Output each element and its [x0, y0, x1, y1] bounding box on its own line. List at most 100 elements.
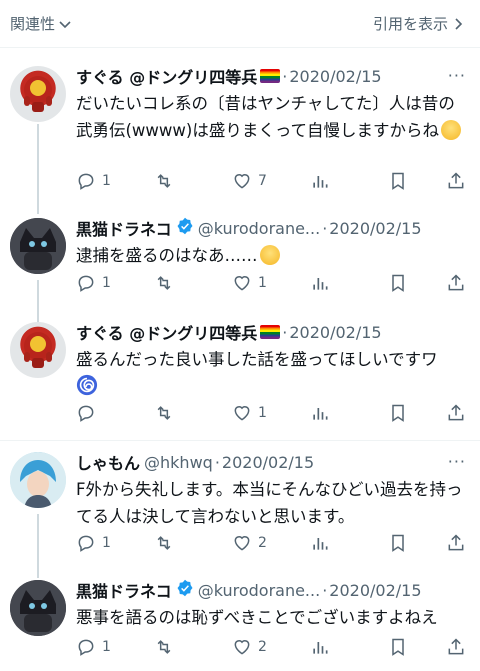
bookmark-button[interactable] — [388, 533, 408, 553]
like-button[interactable]: 2 — [232, 637, 272, 657]
reply-button[interactable]: 1 — [76, 171, 116, 191]
tweet[interactable]: 黒猫ドラネコ @kurodorane... · 2020/02/15 悪事を語る… — [0, 576, 480, 671]
view-quotes-link[interactable]: 引用を表示 — [373, 13, 466, 34]
tweet-text-body: 盛るんだった良い事した話を盛ってほしいですワ — [76, 350, 438, 369]
reply-count: 1 — [102, 275, 111, 291]
reply-icon — [78, 639, 94, 656]
thread-divider — [0, 440, 480, 441]
retweet-button[interactable] — [154, 403, 194, 423]
avatar[interactable] — [10, 580, 66, 636]
display-name[interactable]: しゃもん — [76, 450, 140, 474]
display-name[interactable]: 黒猫ドラネコ — [76, 578, 172, 602]
tweet[interactable]: すぐる @ドングリ四等兵 · 2020/02/15 ··· だいたいコレ系の〔昔… — [0, 60, 480, 210]
tweet-date[interactable]: 2020/02/15 — [329, 581, 421, 600]
more-options-icon[interactable]: ··· — [448, 66, 466, 85]
separator-dot: · — [282, 322, 288, 342]
analytics-button[interactable] — [310, 533, 350, 553]
share-button[interactable] — [446, 273, 466, 293]
heart-icon — [234, 640, 250, 655]
reply-icon — [78, 535, 94, 552]
heart-icon — [234, 276, 250, 291]
tweet-date[interactable]: 2020/02/15 — [329, 219, 421, 238]
heart-icon — [234, 536, 250, 551]
bookmark-button[interactable] — [388, 403, 408, 423]
like-button[interactable]: 2 — [232, 533, 272, 553]
bookmark-icon — [392, 274, 404, 292]
tweet-actions: 1 2 — [76, 636, 466, 658]
tweet[interactable]: しゃもん @hkhwq · 2020/02/15 ··· F外から失礼します。本… — [0, 448, 480, 568]
rainbow-flag-icon — [260, 69, 281, 83]
separator-dot: · — [322, 218, 328, 238]
reply-count: 1 — [102, 173, 111, 189]
retweet-icon — [157, 640, 171, 654]
bookmark-button[interactable] — [388, 637, 408, 657]
tweet-text-body: 逮捕を盛るのはなあ…… — [76, 246, 258, 265]
share-button[interactable] — [446, 171, 466, 191]
avatar[interactable] — [10, 66, 66, 122]
like-button[interactable]: 1 — [232, 273, 272, 293]
retweet-button[interactable] — [154, 171, 194, 191]
user-handle[interactable]: @hkhwq — [144, 453, 213, 472]
retweet-button[interactable] — [154, 273, 194, 293]
like-button[interactable]: 7 — [232, 171, 272, 191]
avatar[interactable] — [10, 218, 66, 274]
bookmark-icon — [392, 172, 404, 190]
display-name[interactable]: すぐる @ドングリ四等兵 — [76, 320, 257, 344]
tweet[interactable]: 黒猫ドラネコ @kurodorane... · 2020/02/15 逮捕を盛る… — [0, 214, 480, 314]
bookmark-button[interactable] — [388, 273, 408, 293]
like-count: 7 — [258, 173, 267, 189]
tweet-date[interactable]: 2020/02/15 — [222, 453, 314, 472]
separator-dot: · — [322, 580, 328, 600]
tweet-text-body: だいたいコレ系の〔昔はヤンチャしてた〕人は昔の武勇伝(wwww)は盛りまくって自… — [76, 94, 455, 140]
share-icon — [448, 534, 464, 551]
rainbow-flag-icon — [260, 325, 281, 339]
analytics-button[interactable] — [310, 171, 350, 191]
display-name[interactable]: すぐる @ドングリ四等兵 — [76, 64, 257, 88]
share-button[interactable] — [446, 533, 466, 553]
reply-count: 1 — [102, 535, 111, 551]
user-handle[interactable]: @kurodorane... — [198, 219, 321, 238]
retweet-button[interactable] — [154, 637, 194, 657]
like-count: 2 — [258, 535, 267, 551]
verified-badge-icon — [176, 217, 194, 239]
share-icon — [448, 274, 464, 291]
reply-button[interactable]: 1 — [76, 273, 116, 293]
tweet-date[interactable]: 2020/02/15 — [289, 67, 381, 86]
separator-dot: · — [214, 452, 220, 472]
bookmark-button[interactable] — [388, 171, 408, 191]
display-name[interactable]: 黒猫ドラネコ — [76, 216, 172, 240]
reply-button[interactable] — [76, 403, 116, 423]
retweet-icon — [157, 174, 171, 188]
reply-icon — [78, 405, 94, 422]
user-handle[interactable]: @kurodorane... — [198, 581, 321, 600]
analytics-icon — [313, 278, 328, 290]
tweet[interactable]: すぐる @ドングリ四等兵 · 2020/02/15 盛るんだった良い事した話を盛… — [0, 318, 480, 438]
reply-count: 1 — [102, 639, 111, 655]
like-count: 2 — [258, 639, 267, 655]
tweet-actions: 1 — [76, 402, 466, 424]
share-button[interactable] — [446, 403, 466, 423]
more-options-icon[interactable]: ··· — [448, 452, 466, 471]
chevron-down-icon — [57, 16, 73, 32]
retweet-button[interactable] — [154, 533, 194, 553]
avatar[interactable] — [10, 452, 66, 508]
reply-button[interactable]: 1 — [76, 533, 116, 553]
reply-icon — [78, 275, 94, 292]
reply-icon — [78, 173, 94, 190]
share-icon — [448, 638, 464, 655]
tweet-date[interactable]: 2020/02/15 — [289, 323, 381, 342]
analytics-button[interactable] — [310, 403, 350, 423]
tweet-text: 悪事を語るのは恥ずべきことでございますよねえ — [76, 608, 438, 627]
reply-button[interactable]: 1 — [76, 637, 116, 657]
tweet-text: 逮捕を盛るのはなあ…… — [76, 242, 466, 269]
retweet-icon — [157, 406, 171, 420]
like-button[interactable]: 1 — [232, 403, 272, 423]
share-button[interactable] — [446, 637, 466, 657]
sort-dropdown[interactable]: 関連性 — [10, 13, 73, 34]
avatar[interactable] — [10, 322, 66, 378]
like-count: 1 — [258, 275, 267, 291]
heart-icon — [234, 406, 250, 421]
analytics-button[interactable] — [310, 273, 350, 293]
analytics-icon — [313, 176, 328, 188]
analytics-button[interactable] — [310, 637, 350, 657]
